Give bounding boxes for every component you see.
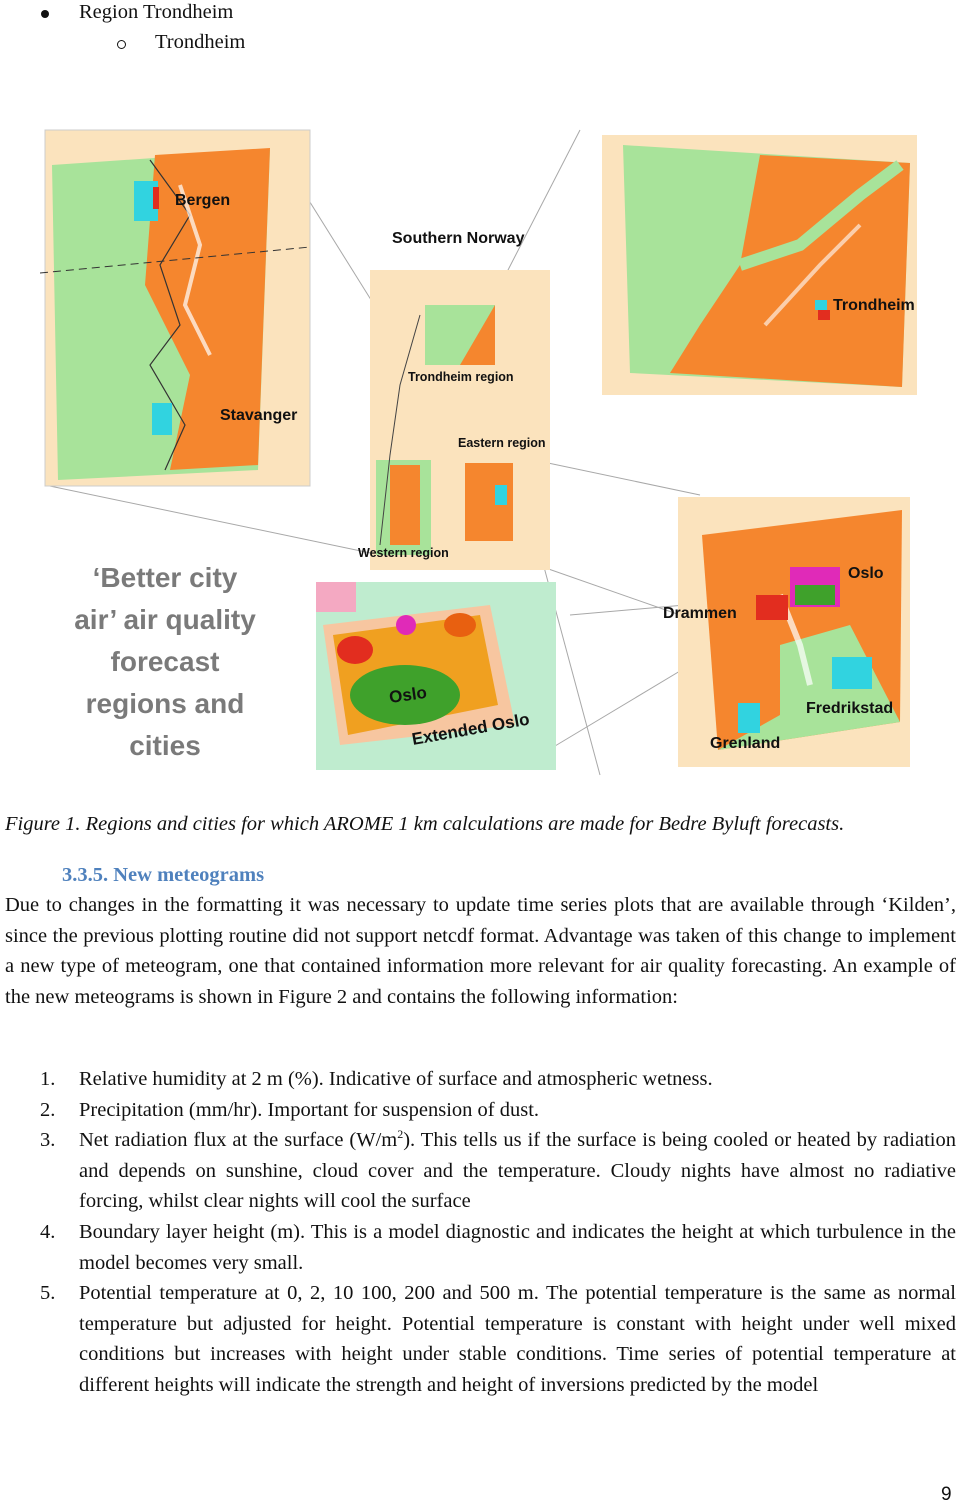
tagline-better-city-air: ‘Better city air’ air quality forecast r… xyxy=(60,557,270,767)
tagline-line: cities xyxy=(129,730,201,761)
body-paragraph: Due to changes in the formatting it was … xyxy=(5,890,956,1012)
western-panel-map: Bergen Stavanger xyxy=(40,129,311,487)
list-number: 1. xyxy=(40,1068,56,1090)
list-number: 5. xyxy=(40,1282,56,1305)
label-trondheim: Trondheim xyxy=(833,297,915,314)
list-number: 4. xyxy=(40,1220,56,1243)
list-text: Potential temperature at 0, 2, 10 100, 2… xyxy=(79,1282,956,1396)
oslo-inset-heatmap: Oslo Extended Oslo xyxy=(316,582,556,770)
list-text: Precipitation (mm/hr). Important for sus… xyxy=(79,1098,540,1121)
southern-norway-overview-map: Southern Norway Trondheim region Eastern… xyxy=(358,230,550,570)
label-bergen: Bergen xyxy=(175,192,230,209)
paragraph-text: Due to changes in the formatting it was … xyxy=(5,894,956,1008)
tagline-line: ‘Better city xyxy=(92,562,238,593)
numbered-list: 1. Relative humidity at 2 m (%). Indicat… xyxy=(40,1064,956,1401)
list-text: Net radiation flux at the surface (W/m xyxy=(79,1129,398,1152)
label-stavanger: Stavanger xyxy=(220,407,297,424)
bullet-dot-icon xyxy=(41,10,49,18)
tagline-line: forecast xyxy=(110,646,220,677)
list-text: Boundary layer height (m). This is a mod… xyxy=(79,1220,956,1274)
list-item: 2. Precipitation (mm/hr). Important for … xyxy=(40,1095,956,1126)
list-text: Relative humidity at 2 m (%). Indicative… xyxy=(79,1068,713,1090)
page-number: 9 xyxy=(941,1484,952,1505)
label-drammen: Drammen xyxy=(663,605,737,622)
label-eastern-region: Eastern region xyxy=(458,436,546,450)
trondheim-panel-map: Trondheim xyxy=(602,135,917,395)
label-oslo: Oslo xyxy=(848,565,884,582)
bullet-label: Region Trondheim xyxy=(79,1,234,23)
list-number: 2. xyxy=(40,1098,56,1121)
figure-regions-map: Bergen Stavanger Southern Norway Trondhe… xyxy=(40,125,920,780)
sub-bullet-label: Trondheim xyxy=(155,31,246,53)
label-western-region: Western region xyxy=(358,546,449,560)
list-item: 1. Relative humidity at 2 m (%). Indicat… xyxy=(40,1064,956,1095)
label-southern-norway: Southern Norway xyxy=(392,230,525,247)
list-item: 5. Potential temperature at 0, 2, 10 100… xyxy=(40,1278,956,1400)
list-item: 3. Net radiation flux at the surface (W/… xyxy=(40,1125,956,1217)
tagline-line: air’ air quality xyxy=(74,604,256,635)
figure-caption: Figure 1. Regions and cities for which A… xyxy=(5,813,845,835)
label-grenland: Grenland xyxy=(710,735,780,752)
section-heading: 3.3.5. New meteograms xyxy=(62,864,265,886)
tagline-line: regions and xyxy=(85,688,245,719)
bullet-circle-icon xyxy=(117,40,126,49)
label-fredrikstad: Fredrikstad xyxy=(806,700,893,717)
eastern-panel-map: Oslo Drammen Fredrikstad Grenland xyxy=(663,497,910,767)
list-number: 3. xyxy=(40,1129,56,1152)
list-item: 4. Boundary layer height (m). This is a … xyxy=(40,1217,956,1278)
label-trondheim-region: Trondheim region xyxy=(408,370,514,384)
